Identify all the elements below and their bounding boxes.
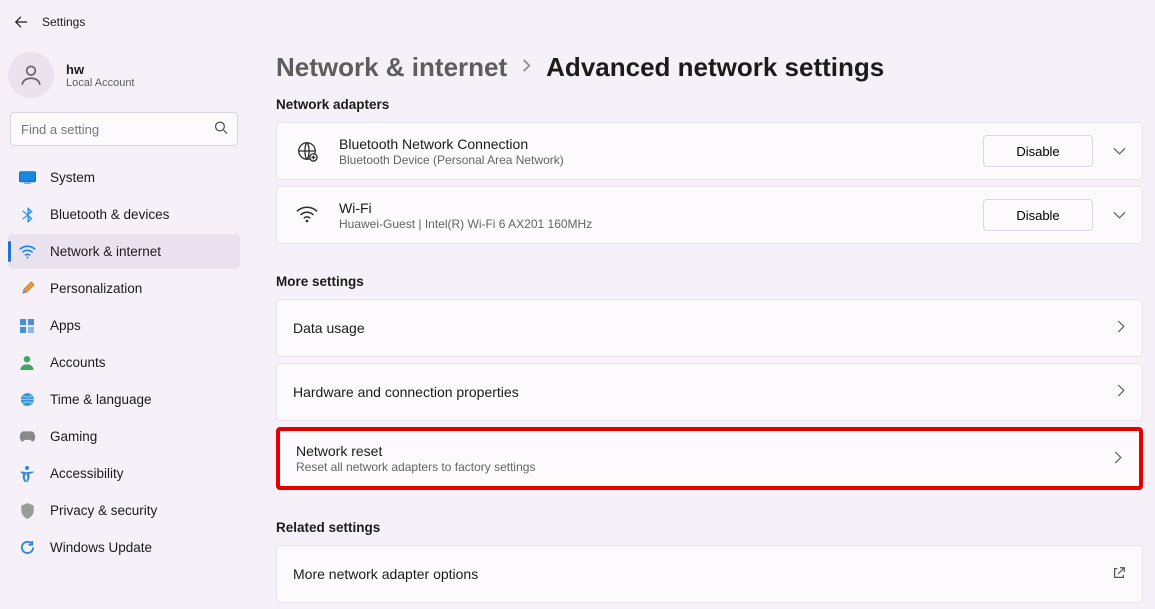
sidebar-item-label: Apps (50, 318, 81, 333)
chevron-right-icon (521, 57, 532, 78)
page-title: Advanced network settings (546, 52, 884, 83)
back-arrow-icon[interactable] (14, 15, 28, 29)
shield-icon (18, 503, 36, 519)
sidebar-item-label: System (50, 170, 95, 185)
section-label-related: Related settings (276, 520, 1143, 535)
sidebar-item-label: Privacy & security (50, 503, 157, 518)
user-profile[interactable]: hw Local Account (8, 48, 240, 108)
adapter-card-bluetooth[interactable]: Bluetooth Network Connection Bluetooth D… (276, 122, 1143, 180)
update-icon (18, 540, 36, 555)
settings-card-hardware[interactable]: Hardware and connection properties (276, 363, 1143, 421)
person-icon (18, 355, 36, 370)
sidebar-item-personalization[interactable]: Personalization (8, 271, 240, 306)
sidebar-item-label: Accounts (50, 355, 106, 370)
adapter-title: Bluetooth Network Connection (339, 136, 983, 152)
setting-title: More network adapter options (293, 566, 1102, 582)
gamepad-icon (18, 430, 36, 443)
user-name: hw (66, 62, 135, 77)
breadcrumb-parent[interactable]: Network & internet (276, 52, 507, 83)
adapter-title: Wi-Fi (339, 200, 983, 216)
user-sub: Local Account (66, 77, 135, 89)
settings-card-more-adapters[interactable]: More network adapter options (276, 545, 1143, 603)
sidebar-item-accessibility[interactable]: Accessibility (8, 456, 240, 491)
chevron-right-icon (1117, 384, 1126, 400)
avatar (8, 52, 54, 98)
section-label-adapters: Network adapters (276, 97, 1143, 112)
sidebar-item-time[interactable]: Time & language (8, 382, 240, 417)
sidebar-item-label: Network & internet (50, 244, 161, 259)
sidebar-item-privacy[interactable]: Privacy & security (8, 493, 240, 528)
section-label-more: More settings (276, 274, 1143, 289)
adapter-card-wifi[interactable]: Wi-Fi Huawei-Guest | Intel(R) Wi-Fi 6 AX… (276, 186, 1143, 244)
sidebar-item-gaming[interactable]: Gaming (8, 419, 240, 454)
setting-title: Network reset (296, 443, 1104, 459)
sidebar-item-network[interactable]: Network & internet (8, 234, 240, 269)
settings-card-network-reset[interactable]: Network reset Reset all network adapters… (276, 427, 1143, 490)
chevron-right-icon (1114, 451, 1123, 467)
disable-button[interactable]: Disable (983, 199, 1093, 231)
open-external-icon (1112, 566, 1126, 583)
sidebar-item-label: Time & language (50, 392, 152, 407)
sidebar-item-label: Bluetooth & devices (50, 207, 169, 222)
bluetooth-icon (18, 207, 36, 223)
wifi-icon (18, 245, 36, 259)
setting-sub: Reset all network adapters to factory se… (296, 460, 1104, 474)
sidebar-item-update[interactable]: Windows Update (8, 530, 240, 565)
globe-network-icon (293, 140, 321, 162)
chevron-right-icon (1117, 320, 1126, 336)
globe-clock-icon (18, 392, 36, 407)
adapter-sub: Bluetooth Device (Personal Area Network) (339, 153, 983, 167)
disable-button[interactable]: Disable (983, 135, 1093, 167)
sidebar-item-bluetooth[interactable]: Bluetooth & devices (8, 197, 240, 232)
setting-title: Hardware and connection properties (293, 384, 1107, 400)
accessibility-icon (18, 466, 36, 482)
sidebar-item-accounts[interactable]: Accounts (8, 345, 240, 380)
settings-card-data-usage[interactable]: Data usage (276, 299, 1143, 357)
sidebar-item-label: Windows Update (50, 540, 152, 555)
sidebar-item-label: Accessibility (50, 466, 124, 481)
sidebar-item-label: Personalization (50, 281, 142, 296)
wifi-icon (293, 206, 321, 224)
sidebar-item-system[interactable]: System (8, 160, 240, 195)
chevron-down-icon[interactable] (1113, 143, 1126, 159)
display-icon (18, 171, 36, 185)
header-title: Settings (42, 15, 85, 29)
adapter-sub: Huawei-Guest | Intel(R) Wi-Fi 6 AX201 16… (339, 217, 983, 231)
sidebar-item-apps[interactable]: Apps (8, 308, 240, 343)
search-icon (214, 121, 228, 138)
chevron-down-icon[interactable] (1113, 207, 1126, 223)
breadcrumb: Network & internet Advanced network sett… (276, 52, 1143, 83)
paintbrush-icon (18, 281, 36, 296)
apps-icon (18, 319, 36, 333)
search-input[interactable] (10, 112, 238, 146)
setting-title: Data usage (293, 320, 1107, 336)
sidebar-item-label: Gaming (50, 429, 97, 444)
